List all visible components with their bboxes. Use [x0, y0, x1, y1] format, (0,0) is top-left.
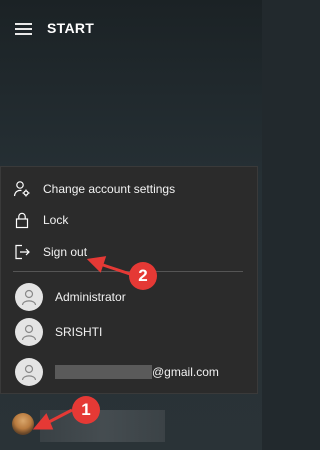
user-email: @gmail.com — [152, 364, 219, 379]
lock-label: Lock — [43, 213, 69, 227]
annotation-badge-1: 1 — [72, 396, 100, 424]
annotation-badge-2: 2 — [129, 262, 157, 290]
redacted-account-name — [40, 410, 165, 442]
default-user-avatar-icon — [15, 283, 43, 311]
default-user-avatar-icon — [15, 358, 43, 386]
lock-icon — [15, 212, 29, 229]
hamburger-menu-icon[interactable] — [15, 23, 32, 36]
redacted-email-block — [55, 365, 152, 380]
change-account-settings-item[interactable]: Change account settings — [1, 174, 257, 204]
user-srishti[interactable]: SRISHTI — [1, 314, 257, 350]
user-email-account[interactable]: @gmail.com — [1, 354, 257, 390]
start-header: START — [0, 0, 262, 58]
person-settings-icon — [13, 181, 30, 197]
user-administrator[interactable]: Administrator — [1, 279, 257, 315]
change-account-settings-label: Change account settings — [43, 182, 176, 196]
start-title: START — [47, 20, 95, 36]
sign-out-item[interactable]: Sign out — [1, 237, 257, 267]
default-user-avatar-icon — [15, 318, 43, 346]
lock-item[interactable]: Lock — [1, 205, 257, 235]
sign-out-label: Sign out — [43, 245, 88, 259]
user-name: Administrator — [55, 290, 126, 304]
sign-out-icon — [15, 244, 30, 260]
user-name: SRISHTI — [55, 325, 103, 339]
menu-divider — [13, 271, 243, 272]
account-avatar-button[interactable] — [12, 413, 34, 435]
